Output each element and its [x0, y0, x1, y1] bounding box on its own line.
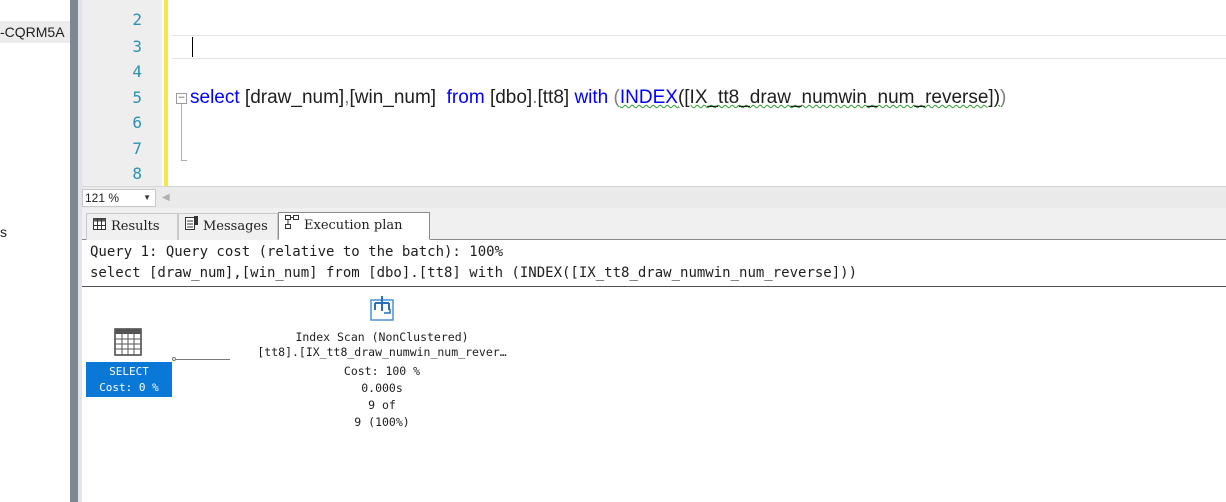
code-line-select[interactable]: select [draw_num],[win_num] from [dbo].[… [190, 87, 1006, 109]
line-number: 8 [132, 164, 142, 183]
select-operator-label: SELECT [109, 365, 149, 378]
object-explorer-panel: -CQRM5A s [0, 0, 70, 502]
text-caret [192, 37, 193, 57]
line-number: 4 [132, 62, 142, 81]
execution-plan-pane[interactable]: Query 1: Query cost (relative to the bat… [82, 240, 1226, 502]
line-number-gutter: 2 3 4 5 6 7 8 [82, 0, 162, 186]
index-scan-cost: Cost: 100 % [343, 364, 421, 378]
scroll-left-icon[interactable]: ◀ [162, 192, 170, 203]
line-number: 7 [132, 139, 142, 158]
zoom-select[interactable]: 121 % ▼ [82, 189, 156, 207]
index-scan-rows-actual: 9 of [368, 398, 396, 412]
index-scan-title: Index Scan (NonClustered) [295, 330, 469, 344]
line-number: 5 [132, 88, 142, 107]
tab-execution-plan-label: Execution plan [304, 218, 403, 233]
object-explorer-tree-item[interactable]: s [0, 224, 7, 240]
fold-guide [181, 104, 182, 160]
collapse-toggle-icon[interactable]: − [176, 93, 187, 104]
query-cost-header: Query 1: Query cost (relative to the bat… [90, 244, 504, 260]
code-index-arg: ([IX_tt8_draw_numwin_num_reverse]) [677, 87, 1001, 108]
select-operator-node[interactable]: SELECT Cost: 0 % [86, 362, 172, 397]
plan-flow-arrowhead [172, 357, 176, 361]
code-keyword-with: with [574, 87, 609, 108]
tab-messages-label: Messages [203, 219, 268, 234]
index-scan-time: 0.000s [361, 381, 403, 395]
execution-plan-icon [285, 213, 299, 238]
grid-icon [93, 214, 106, 239]
editor-status-bar: 121 % ▼ ◀ [82, 186, 1226, 208]
zoom-value: 121 % [85, 191, 120, 205]
code-schema: [dbo] [489, 87, 533, 108]
code-table: [tt8] [537, 87, 570, 108]
select-operator-cost: Cost: 0 % [99, 381, 159, 394]
line-number: 2 [132, 10, 142, 29]
query-editor[interactable]: 2 3 4 5 6 7 8 − select [draw_num],[win_n… [82, 0, 1226, 186]
plan-flow-arrow [174, 359, 230, 360]
query-text: select [draw_num],[win_num] from [dbo].[… [90, 265, 858, 281]
change-tracking-bar [164, 0, 168, 186]
object-explorer-server-node[interactable]: -CQRM5A [0, 21, 70, 43]
select-operator-icon[interactable] [114, 328, 142, 360]
index-scan-icon[interactable] [370, 295, 394, 325]
code-column: [draw_num] [244, 87, 345, 108]
fold-guide-end [181, 160, 187, 161]
query-separator [82, 286, 1226, 287]
line-number: 6 [132, 113, 142, 132]
panel-splitter[interactable] [70, 0, 78, 502]
code-column: [win_num] [349, 87, 437, 108]
index-scan-object: [tt8].[IX_tt8_draw_numwin_num_rever… [257, 345, 507, 359]
code-keyword-select: select [190, 87, 240, 108]
tab-results[interactable]: Results [86, 213, 178, 240]
tab-execution-plan[interactable]: Execution plan [278, 212, 430, 240]
index-scan-rows-estimate: 9 (100%) [354, 415, 410, 429]
tab-results-label: Results [111, 219, 160, 234]
results-tab-strip: Results Messages Execution plan [82, 208, 1226, 240]
code-paren: ) [1000, 87, 1007, 108]
current-line-highlight [172, 35, 1226, 59]
line-number: 3 [132, 37, 142, 56]
code-keyword-index: INDEX [619, 87, 678, 108]
messages-icon [185, 214, 198, 239]
tab-messages[interactable]: Messages [178, 213, 278, 240]
chevron-down-icon[interactable]: ▼ [143, 190, 151, 206]
code-keyword-from: from [446, 87, 485, 108]
